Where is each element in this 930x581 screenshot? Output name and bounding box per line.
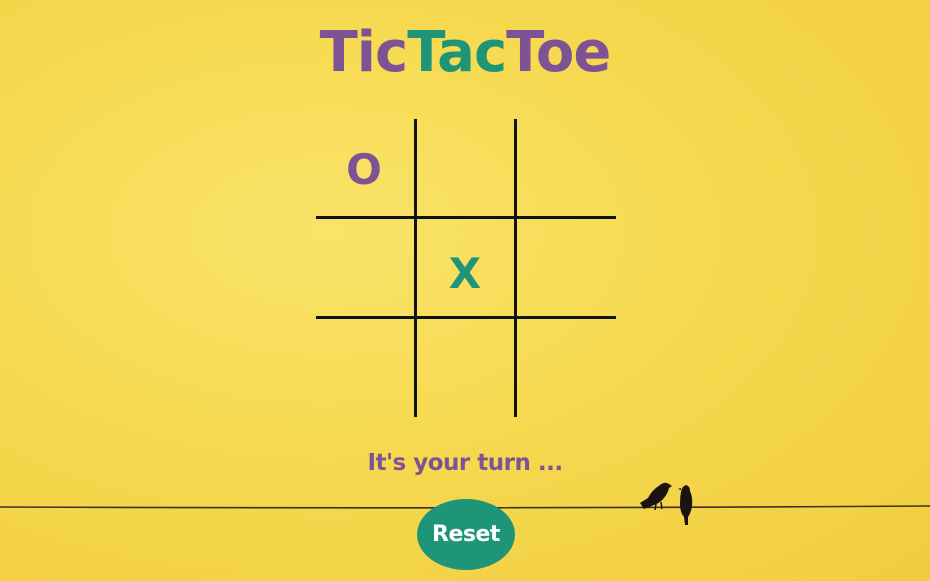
board-cell-5[interactable] bbox=[517, 219, 613, 315]
board-cell-1[interactable] bbox=[417, 119, 513, 215]
board-cell-0[interactable]: O bbox=[316, 121, 412, 217]
game-board: O X bbox=[316, 119, 616, 419]
turn-status: It's your turn ... bbox=[367, 450, 563, 476]
title-tac: Tac bbox=[407, 20, 507, 85]
game-title: TicTacToe bbox=[0, 18, 930, 88]
title-toe: Toe bbox=[506, 20, 611, 85]
board-cell-8[interactable] bbox=[517, 319, 613, 415]
title-tic: Tic bbox=[319, 20, 409, 85]
board-cell-2[interactable] bbox=[517, 119, 613, 215]
birds-on-wire-icon bbox=[640, 482, 693, 525]
board-cell-3[interactable] bbox=[316, 219, 412, 315]
board-cell-7[interactable] bbox=[417, 319, 513, 415]
board-cell-4[interactable]: X bbox=[417, 225, 513, 321]
board-cell-6[interactable] bbox=[316, 319, 412, 415]
reset-button[interactable]: Reset bbox=[417, 499, 515, 570]
